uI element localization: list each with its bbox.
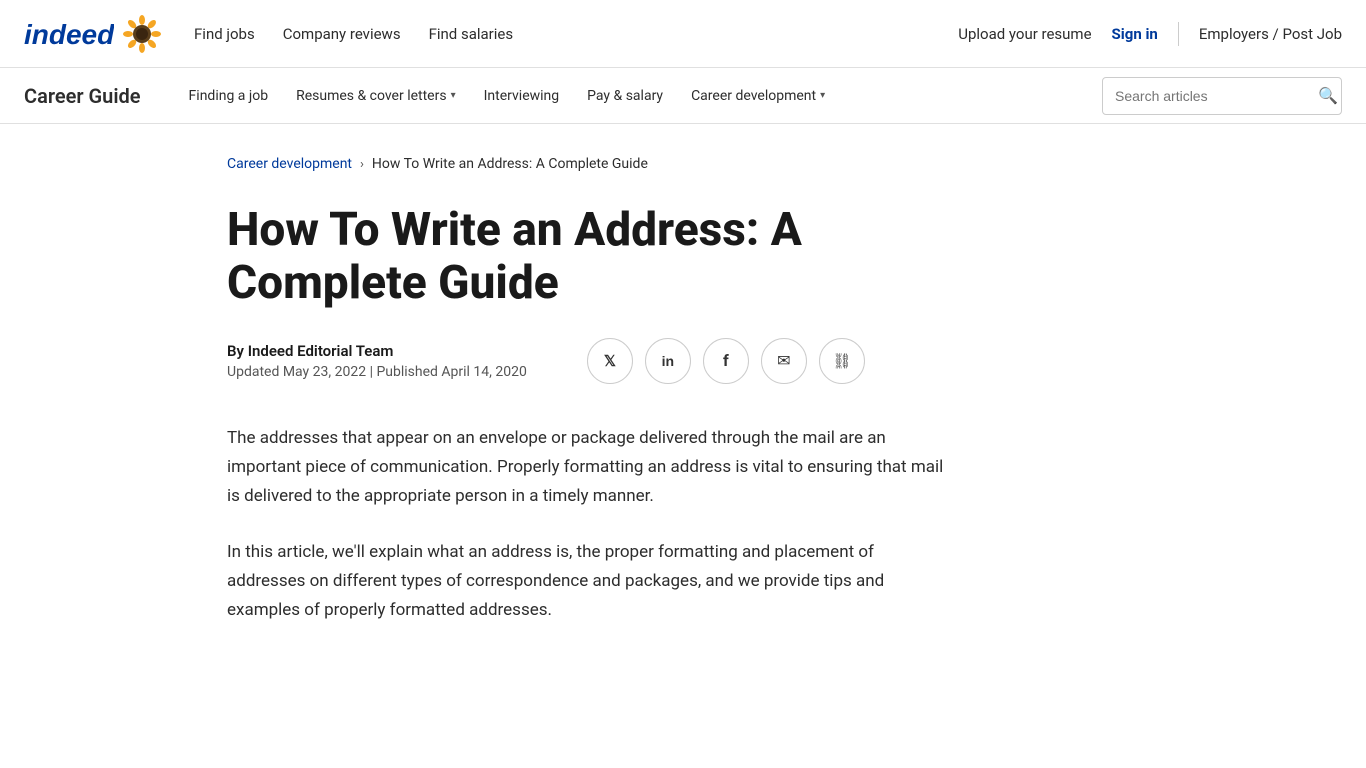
article-paragraph-1: The addresses that appear on an envelope… [227,424,947,511]
search-input[interactable] [1103,88,1308,104]
employers-link[interactable]: Employers / Post Job [1199,25,1342,43]
career-development-link[interactable]: Career development ▾ [679,82,837,110]
article-title: How To Write an Address: A Complete Guid… [227,204,987,310]
resumes-cover-letters-link[interactable]: Resumes & cover letters ▾ [284,82,468,110]
second-nav-links: Finding a job Resumes & cover letters ▾ … [177,82,1102,110]
article-author: By Indeed Editorial Team [227,342,527,360]
email-share-button[interactable]: ✉ [761,338,807,384]
career-guide-title: Career Guide [24,84,141,108]
main-content: Career development › How To Write an Add… [203,124,1163,713]
upload-resume-link[interactable]: Upload your resume [958,25,1091,43]
sign-in-button[interactable]: Sign in [1112,25,1158,43]
sunflower-icon [122,14,162,54]
top-nav-links: Find jobs Company reviews Find salaries [194,25,958,43]
secondary-navigation: Career Guide Finding a job Resumes & cov… [0,68,1366,124]
breadcrumb: Career development › How To Write an Add… [227,156,1139,172]
article-meta-row: By Indeed Editorial Team Updated May 23,… [227,338,1139,384]
social-icons: 𝕏 in f ✉ ⛓ [587,338,865,384]
company-reviews-link[interactable]: Company reviews [283,25,401,43]
email-icon: ✉ [777,351,790,370]
facebook-share-button[interactable]: f [703,338,749,384]
interviewing-link[interactable]: Interviewing [472,82,572,110]
twitter-share-button[interactable]: 𝕏 [587,338,633,384]
article-date: Updated May 23, 2022 | Published April 1… [227,364,527,380]
find-jobs-link[interactable]: Find jobs [194,25,255,43]
chevron-down-icon: ▾ [451,90,456,101]
svg-text:indeed: indeed [24,19,114,50]
breadcrumb-separator: › [360,157,364,172]
search-button[interactable]: 🔍 [1308,86,1342,106]
nav-divider [1178,22,1179,46]
indeed-logo[interactable]: indeed [24,16,114,52]
breadcrumb-current: How To Write an Address: A Complete Guid… [372,156,648,172]
top-nav-right: Upload your resume Sign in Employers / P… [958,22,1342,46]
find-salaries-link[interactable]: Find salaries [429,25,514,43]
logo-area[interactable]: indeed [24,14,162,54]
copy-link-button[interactable]: ⛓ [819,338,865,384]
chevron-down-icon-2: ▾ [820,90,825,101]
search-icon: 🔍 [1318,88,1338,105]
breadcrumb-parent-link[interactable]: Career development [227,156,352,172]
facebook-icon: f [723,351,729,370]
article-paragraph-2: In this article, we'll explain what an a… [227,538,947,625]
linkedin-icon: in [662,353,674,369]
twitter-icon: 𝕏 [604,352,616,370]
search-box: 🔍 [1102,77,1342,115]
linkedin-share-button[interactable]: in [645,338,691,384]
article-body: The addresses that appear on an envelope… [227,424,1139,625]
link-icon: ⛓ [832,352,851,370]
article-meta: By Indeed Editorial Team Updated May 23,… [227,342,527,380]
top-navigation: indeed Find jobs Company reviews Find sa… [0,0,1366,68]
finding-a-job-link[interactable]: Finding a job [177,82,281,110]
pay-salary-link[interactable]: Pay & salary [575,82,675,110]
